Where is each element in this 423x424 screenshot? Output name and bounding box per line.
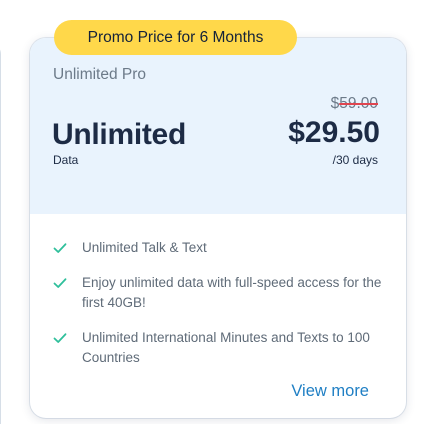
price-period: /30 days	[332, 153, 378, 167]
promo-price: $29.50	[288, 116, 380, 149]
adjacent-plan-card	[0, 44, 1, 424]
check-icon	[53, 333, 67, 343]
feature-text: Unlimited International Minutes and Text…	[82, 330, 370, 365]
view-more-link[interactable]: View more	[291, 382, 369, 401]
feature-item: Unlimited Talk & Text	[52, 238, 382, 258]
feature-item: Enjoy unlimited data with full-speed acc…	[52, 273, 382, 313]
check-icon	[53, 243, 67, 253]
original-price: $59.00	[331, 95, 378, 113]
promo-badge: Promo Price for 6 Months	[54, 20, 297, 55]
feature-item: Unlimited International Minutes and Text…	[52, 328, 382, 368]
original-price-currency: $	[330, 95, 340, 112]
original-price-amount: 59.00	[339, 95, 378, 112]
plan-name: Unlimited Pro	[53, 66, 147, 83]
plan-data-amount: Unlimited	[52, 118, 186, 151]
plan-header: Unlimited Pro Unlimited Data $59.00 $29.…	[30, 38, 406, 214]
plan-card: Unlimited Pro Unlimited Data $59.00 $29.…	[30, 38, 406, 418]
feature-list: Unlimited Talk & Text Enjoy unlimited da…	[52, 238, 382, 383]
feature-text: Enjoy unlimited data with full-speed acc…	[82, 275, 382, 310]
feature-text: Unlimited Talk & Text	[82, 240, 207, 255]
check-icon	[53, 278, 67, 288]
plan-data-label: Data	[53, 153, 79, 167]
